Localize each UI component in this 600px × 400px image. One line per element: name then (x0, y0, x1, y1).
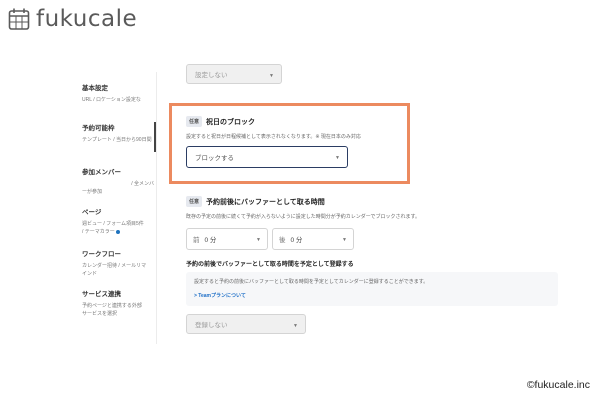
chevron-down-icon: ▼ (256, 237, 261, 243)
sidebar-item-desc-2: インド (82, 271, 98, 277)
sidebar-item-title: サービス連携 (82, 291, 121, 298)
sidebar-item-page[interactable]: ページ 週ビュー / フォーム項目5件 / テーマカラー (82, 208, 154, 236)
sidebar-item-desc: 予約ページと連携する外部 (82, 303, 142, 309)
sidebar-item-desc-2: サービスを選択 (82, 311, 118, 317)
after-prefix: 後 (279, 237, 286, 244)
buffer-after-select[interactable]: 後 0 分 ▼ (272, 228, 354, 250)
brand-name: fukucale (36, 6, 138, 32)
settings-sidebar: 基本設定 URL / ロケーション設定な 予約可能枠 テンプレート / 当日から… (80, 72, 157, 344)
buffer-before-select[interactable]: 前 0 分 ▼ (186, 228, 268, 250)
sidebar-item-desc-2: ーが参加 (82, 189, 103, 195)
register-heading: 予約の前後でバッファーとして取る時間を予定として登録する (186, 262, 354, 268)
select-value: ブロックする (195, 155, 234, 162)
register-info-box: 設定すると予約の前後にバッファーとして取る時間を予定としてカレンダーに登録するこ… (186, 272, 558, 306)
theme-color-dot (116, 229, 121, 234)
chevron-down-icon: ▼ (342, 237, 347, 243)
chevron-down-icon: ▼ (293, 323, 298, 329)
sidebar-item-desc-2: / テーマカラー (82, 229, 115, 235)
sidebar-item-availability[interactable]: 予約可能枠 テンプレート / 当日から90日間 (82, 124, 154, 144)
sidebar-item-members[interactable]: 参加メンバー / 全メンバ ーが参加 (82, 168, 154, 196)
brand-logo: fukucale (8, 6, 137, 32)
sidebar-item-title: 予約可能枠 (82, 125, 115, 132)
before-prefix: 前 (193, 237, 200, 244)
sidebar-active-indicator (154, 122, 156, 152)
register-info-text: 設定すると予約の前後にバッファーとして取る時間を予定としてカレンダーに登録するこ… (194, 279, 429, 285)
copyright-text: ©fukucale.inc (526, 379, 590, 391)
sidebar-item-basic[interactable]: 基本設定 URL / ロケーション設定な (82, 84, 154, 104)
holiday-block-desc: 設定すると祝日が日程候補として表示されなくなります。※ 現在日本のみ対応 (186, 134, 361, 140)
sidebar-item-workflow[interactable]: ワークフロー カレンダー招待 / メールリマ インド (82, 250, 154, 278)
sidebar-item-desc: テンプレート / 当日から90日間 (82, 137, 152, 143)
section-title: 祝日のブロック (206, 118, 256, 126)
top-setting-select[interactable]: 設定しない ▼ (186, 64, 282, 84)
chevron-down-icon: ▼ (269, 73, 274, 79)
sidebar-item-title: ワークフロー (82, 251, 121, 258)
before-value: 0 分 (204, 237, 217, 244)
section-title: 予約前後にバッファーとして取る時間 (206, 198, 325, 206)
holiday-block-heading: 任意 祝日のブロック (186, 116, 255, 127)
holiday-block-select[interactable]: ブロックする ▼ (186, 146, 348, 168)
optional-badge: 任意 (186, 196, 203, 207)
optional-badge: 任意 (186, 116, 203, 127)
sidebar-item-desc: / 全メンバ (131, 181, 154, 187)
sidebar-item-desc: カレンダー招待 / メールリマ (82, 263, 147, 269)
buffer-desc: 既存の予定の前後に続くて予約が入らないように設定した時間分が予約カレンダーでブロ… (186, 214, 420, 220)
select-value: 設定しない (195, 72, 228, 79)
chevron-down-icon: ▼ (335, 155, 340, 161)
buffer-heading: 任意 予約前後にバッファーとして取る時間 (186, 196, 325, 207)
sidebar-item-desc: 週ビュー / フォーム項目5件 (82, 221, 144, 227)
sidebar-item-desc: URL / ロケーション設定な (82, 97, 141, 103)
sidebar-item-title: 参加メンバー (82, 169, 121, 176)
after-value: 0 分 (290, 237, 303, 244)
sidebar-item-integrations[interactable]: サービス連携 予約ページと連携する外部 サービスを選択 (82, 290, 154, 318)
sidebar-item-title: ページ (82, 209, 102, 216)
team-plan-link[interactable]: > Teamプランについて (194, 292, 246, 299)
register-select[interactable]: 登録しない ▼ (186, 314, 306, 334)
calendar-icon (8, 8, 30, 30)
select-value: 登録しない (195, 322, 228, 329)
sidebar-item-title: 基本設定 (82, 85, 108, 92)
